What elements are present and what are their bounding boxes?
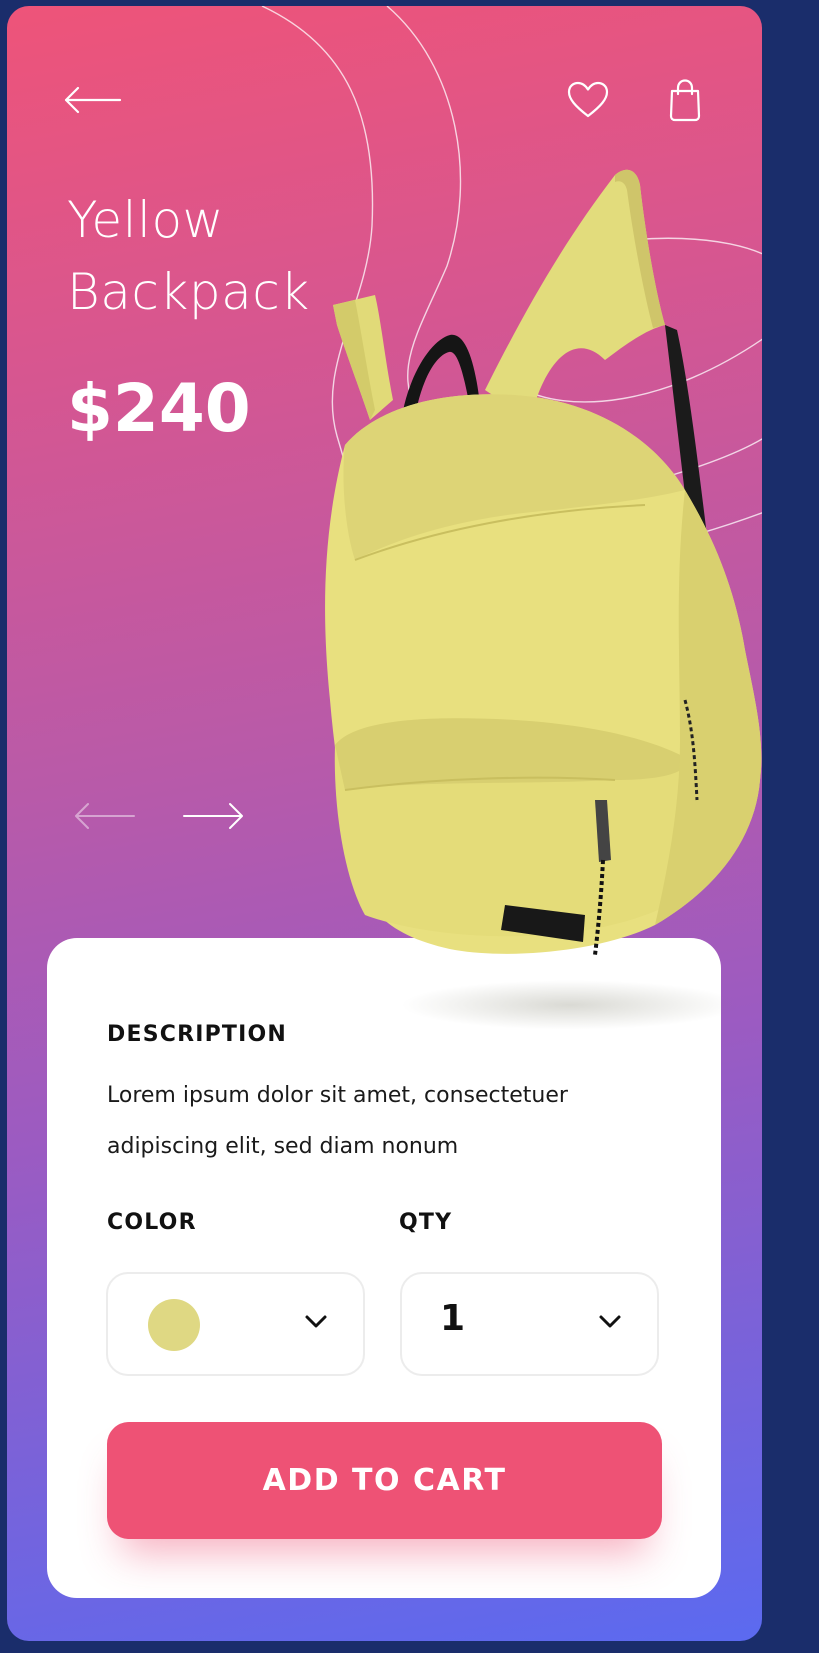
carousel-next-arrow-icon[interactable]: [182, 801, 246, 831]
product-price: $240: [67, 370, 251, 447]
description-text: Lorem ipsum dolor sit amet, consectetuer…: [107, 1070, 667, 1172]
chevron-down-icon: [599, 1315, 621, 1328]
product-title: Yellow Backpack: [67, 184, 310, 328]
shopping-bag-icon[interactable]: [667, 78, 703, 122]
backpack-illustration: [325, 169, 762, 956]
product-title-line2: Backpack: [67, 263, 310, 321]
chevron-down-icon: [305, 1315, 327, 1328]
heart-icon[interactable]: [567, 81, 609, 119]
color-swatch: [148, 1299, 200, 1351]
add-to-cart-button[interactable]: ADD TO CART: [107, 1422, 662, 1539]
color-label: COLOR: [107, 1210, 197, 1235]
description-line2: adipiscing elit, sed diam nonum: [107, 1134, 459, 1159]
description-label: DESCRIPTION: [107, 1022, 288, 1047]
qty-label: QTY: [399, 1210, 453, 1235]
qty-select[interactable]: 1: [400, 1272, 659, 1376]
color-select[interactable]: [106, 1272, 365, 1376]
carousel-prev-arrow-icon[interactable]: [72, 801, 136, 831]
back-arrow-icon[interactable]: [62, 84, 122, 116]
qty-value: 1: [440, 1298, 466, 1339]
product-title-line1: Yellow: [67, 191, 224, 249]
description-line1: Lorem ipsum dolor sit amet, consectetuer: [107, 1083, 568, 1108]
